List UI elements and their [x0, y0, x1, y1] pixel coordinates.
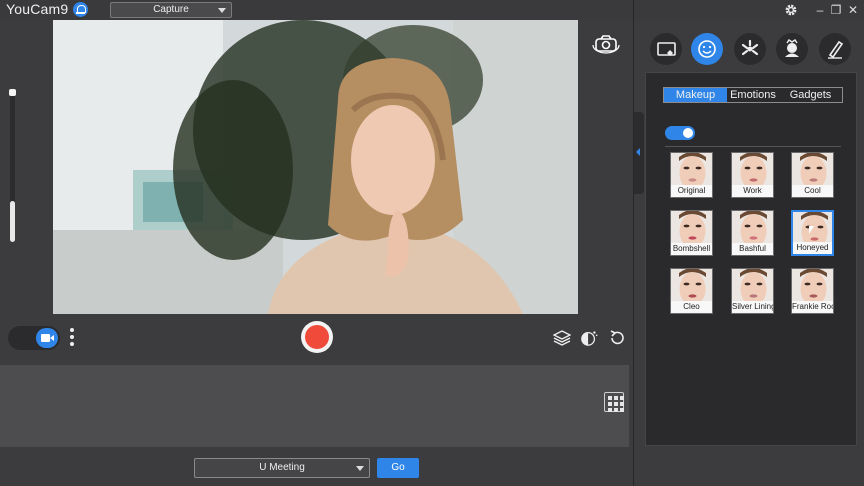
- zoom-slider-fill: [10, 201, 15, 242]
- video-camera-icon: [36, 328, 58, 348]
- camera-preview: [53, 20, 578, 314]
- switch-camera-icon[interactable]: [591, 33, 621, 55]
- preset-label: Bashful: [732, 243, 773, 255]
- tab-emotions[interactable]: Emotions: [727, 88, 779, 102]
- mouse-cursor-icon: [809, 226, 814, 234]
- preset-label: Silver Lining: [732, 301, 773, 313]
- preset-thumbnail: [732, 269, 773, 303]
- minimize-button[interactable]: –: [814, 3, 826, 17]
- frame-icon[interactable]: [650, 33, 682, 65]
- preset-thumbnail: [671, 153, 712, 187]
- makeup-preset-honeyed[interactable]: Honeyed: [791, 210, 834, 256]
- makeup-preset-work[interactable]: Work: [731, 152, 774, 198]
- camera-video-toggle[interactable]: [8, 326, 60, 350]
- collapse-panel-handle[interactable]: [634, 112, 644, 194]
- character-icon[interactable]: [776, 33, 808, 65]
- tab-gadgets[interactable]: Gadgets: [779, 88, 842, 102]
- makeup-preset-cool[interactable]: Cool: [791, 152, 834, 198]
- preset-thumbnail: [792, 269, 833, 303]
- preset-label: Original: [671, 185, 712, 197]
- makeup-preset-cleo[interactable]: Cleo: [670, 268, 713, 314]
- undo-icon[interactable]: [608, 329, 626, 347]
- makeup-preset-bombshell[interactable]: Bombshell: [670, 210, 713, 256]
- brush-icon[interactable]: [819, 33, 851, 65]
- meeting-app-value: U Meeting: [259, 462, 305, 473]
- makeup-enable-toggle[interactable]: [665, 126, 695, 140]
- tab-makeup[interactable]: Makeup: [664, 88, 727, 102]
- notification-bell-icon[interactable]: [73, 2, 88, 17]
- preset-thumbnail: [671, 211, 712, 245]
- meeting-app-dropdown[interactable]: U Meeting: [194, 458, 370, 478]
- preset-thumbnail: [792, 153, 833, 187]
- layers-icon[interactable]: [553, 329, 571, 347]
- preset-label: Bombshell: [671, 243, 712, 255]
- gear-icon[interactable]: [784, 3, 798, 17]
- preset-label: Cool: [792, 185, 833, 197]
- makeup-preset-frankie-rock[interactable]: Frankie Rock: [791, 268, 834, 314]
- preset-label: Work: [732, 185, 773, 197]
- makeup-preset-bashful[interactable]: Bashful: [731, 210, 774, 256]
- makeup-preset-silver-lining[interactable]: Silver Lining: [731, 268, 774, 314]
- chevron-down-icon: [218, 8, 226, 13]
- zoom-slider-top-knob[interactable]: [9, 89, 16, 96]
- bottom-panel: [0, 365, 629, 447]
- preset-thumbnail: [671, 269, 712, 303]
- mode-dropdown-value: Capture: [153, 4, 189, 15]
- restore-button[interactable]: ❐: [829, 3, 843, 17]
- app-title: YouCam9: [6, 1, 69, 17]
- preset-label: Cleo: [671, 301, 712, 313]
- record-button[interactable]: [301, 321, 333, 353]
- preset-thumbnail: [732, 211, 773, 245]
- mode-dropdown[interactable]: Capture: [110, 2, 232, 18]
- chevron-down-icon: [356, 466, 364, 471]
- panel-divider: [633, 0, 634, 486]
- close-button[interactable]: ✕: [846, 3, 860, 17]
- title-bar: YouCam9 Capture – ❐ ✕: [0, 0, 864, 20]
- grid-view-icon[interactable]: [604, 392, 624, 412]
- makeup-preset-original[interactable]: Original: [670, 152, 713, 198]
- particle-icon[interactable]: [734, 33, 766, 65]
- preset-thumbnail: [732, 153, 773, 187]
- more-options-icon[interactable]: [69, 328, 75, 350]
- divider-line: [665, 146, 841, 147]
- effects-tabs: Makeup Emotions Gadgets: [663, 87, 843, 103]
- go-button[interactable]: Go: [377, 458, 419, 478]
- preset-label: Frankie Rock: [792, 301, 833, 313]
- face-enhance-icon[interactable]: [580, 329, 598, 347]
- preset-label: Honeyed: [793, 242, 832, 254]
- face-icon[interactable]: [691, 33, 723, 65]
